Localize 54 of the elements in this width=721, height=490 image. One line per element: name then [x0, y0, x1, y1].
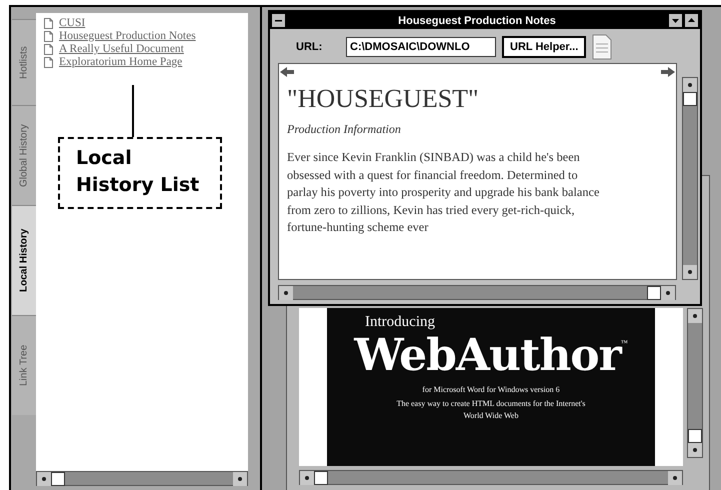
url-helper-button[interactable]: URL Helper... [502, 36, 586, 58]
document-icon [44, 44, 53, 54]
banner-tagline: The easy way to create HTML documents for the Internet's World Wide Web [396, 398, 586, 422]
document-icon [44, 30, 53, 42]
scrollbar[interactable] [36, 471, 248, 486]
scroll-button[interactable] [688, 309, 702, 323]
scroll-button[interactable] [668, 471, 682, 485]
document-heading: "HOUSEGUEST" [287, 84, 480, 114]
banner-product-name: WebAuthor [354, 331, 621, 381]
scroll-button[interactable] [688, 443, 702, 457]
history-link[interactable]: Houseguest Production Notes [59, 30, 196, 42]
history-link[interactable]: Exploratorium Home Page [59, 56, 182, 68]
minimize-button[interactable] [669, 14, 682, 27]
scroll-button[interactable] [661, 286, 675, 300]
system-menu-button[interactable] [272, 14, 285, 27]
document-icon [44, 56, 53, 68]
scroll-thumb[interactable] [314, 471, 328, 485]
url-label: URL: [296, 41, 324, 53]
history-link[interactable]: CUSI [59, 17, 86, 29]
leader-line [132, 85, 134, 137]
scroll-thumb[interactable] [647, 286, 661, 300]
sidebar-tab[interactable]: Hotlists [12, 19, 36, 105]
window-title: Houseguest Production Notes [397, 14, 557, 26]
scrollbar[interactable] [278, 285, 676, 300]
history-link[interactable]: A Really Useful Document [59, 43, 184, 55]
sidebar-tab[interactable]: Global History [12, 105, 36, 205]
scroll-button[interactable] [279, 286, 293, 300]
scroll-button[interactable] [683, 265, 697, 279]
scroll-thumb[interactable] [688, 429, 702, 443]
down-triangle-icon [672, 17, 679, 24]
scroll-button[interactable] [683, 78, 697, 92]
page-icon [592, 34, 612, 60]
banner-intro: Introducing [365, 314, 435, 331]
banner-subtitle: for Microsoft Word for Windows version 6 [422, 385, 560, 394]
document-icon [44, 18, 53, 28]
up-triangle-icon [688, 17, 695, 24]
callout-label: Local History List [58, 137, 222, 209]
back-arrow-icon[interactable] [279, 66, 295, 80]
sidebar-tab[interactable]: Local History [12, 205, 36, 315]
scroll-thumb[interactable] [683, 92, 697, 106]
scrollbar[interactable] [299, 470, 683, 485]
forward-arrow-icon[interactable] [660, 66, 676, 80]
sidebar-tab[interactable]: Link Tree [12, 315, 36, 415]
scrollbar[interactable] [687, 308, 703, 458]
dash-icon [275, 17, 282, 24]
document-paragraph: Ever since Kevin Franklin (SINBAD) was a child he's been obsessed with a quest for financial freedom. Determined to parlay his poverty into prosperity and upgrade his bank balance from zero to zillions, Kevin has tried every get-rich-quick, fortune-hunting scheme ever [287, 149, 600, 236]
document-subheading: Production Information [287, 122, 402, 137]
url-field[interactable]: C:\DMOSAIC\DOWNLO [346, 37, 496, 57]
scroll-thumb[interactable] [51, 472, 65, 486]
scroll-button[interactable] [300, 471, 314, 485]
scrollbar[interactable] [682, 77, 698, 280]
scroll-button[interactable] [233, 472, 247, 486]
scroll-button[interactable] [37, 472, 51, 486]
maximize-button[interactable] [685, 14, 698, 27]
